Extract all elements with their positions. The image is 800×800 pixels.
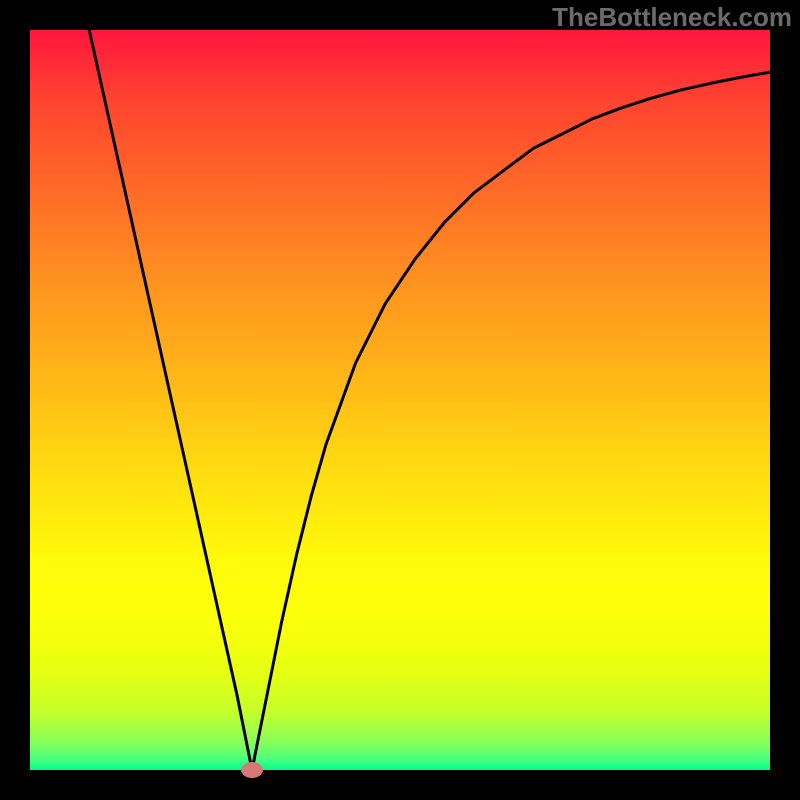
- chart-container: { "watermark": "TheBottleneck.com", "cha…: [0, 0, 800, 800]
- plot-background: [30, 30, 770, 770]
- bottleneck-chart: [0, 0, 800, 800]
- watermark-text: TheBottleneck.com: [552, 2, 792, 33]
- optimal-point-marker: [241, 762, 263, 778]
